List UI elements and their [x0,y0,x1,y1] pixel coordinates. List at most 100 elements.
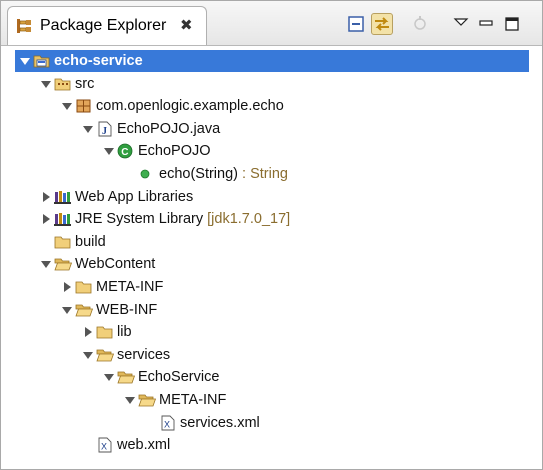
tree-item-decoration: : String [237,166,288,182]
svg-text:X: X [101,442,107,452]
svg-text:J: J [102,126,107,137]
tree-item[interactable]: echo(String) : String [1,163,542,185]
view-menu-icon[interactable] [450,13,472,35]
folder-open-icon [138,392,157,408]
class-icon: C [117,143,135,159]
package-explorer-tab[interactable]: Package Explorer ✖ [7,6,207,45]
folder-icon [54,234,72,250]
expand-arrow-icon[interactable] [19,50,31,72]
folder-open-icon [54,256,73,272]
collapse-all-icon[interactable] [345,13,367,35]
tree-item[interactable]: WebContent [1,253,542,275]
tree-item-label: Web App Libraries [75,186,193,208]
library-icon [54,211,72,227]
collapse-arrow-icon[interactable] [40,186,52,208]
tree-item[interactable]: Web App Libraries [1,186,542,208]
tree-item-name: src [75,76,95,92]
tree-item-name: web.xml [117,437,171,453]
tree-item[interactable]: Xweb.xml [1,434,542,456]
tree-item[interactable]: services [1,344,542,366]
tree-item-name: WEB-INF [96,302,158,318]
package-explorer-window: Package Explorer ✖ echo-service src com.… [0,0,543,470]
tree-item-label: services [117,344,170,366]
close-icon[interactable]: ✖ [180,16,193,34]
expand-arrow-icon[interactable] [124,389,136,411]
expand-arrow-icon[interactable] [82,344,94,366]
tree-item[interactable]: J EchoPOJO.java [1,118,542,140]
svg-text:X: X [164,420,170,430]
tree-item-name: EchoService [138,369,220,385]
expand-arrow-icon[interactable] [103,140,115,162]
expand-arrow-icon[interactable] [103,366,115,388]
tree-item-label: services.xml [180,412,260,434]
expand-arrow-icon[interactable] [61,95,73,117]
tree-item-name: echo-service [54,53,143,69]
tree-item-label: echo-service [54,50,143,72]
tree-item[interactable]: src [1,73,542,95]
folder-open-icon [75,302,94,318]
method-icon [138,166,156,182]
tree-item-label: lib [117,321,132,343]
tree-item-label: WEB-INF [96,299,157,321]
tree-item-label: JRE System Library [jdk1.7.0_17] [75,208,290,230]
tree-item-name: echo(String) [159,166,238,182]
xml-file-icon: X [159,415,177,431]
tree-item-name: com.openlogic.example.echo [96,98,284,114]
tree-item-name: services.xml [180,415,260,431]
expand-arrow-icon[interactable] [61,299,73,321]
package-explorer-icon [16,18,32,34]
collapse-arrow-icon[interactable] [40,208,52,230]
tree-item[interactable]: Xservices.xml [1,412,542,434]
tab-title: Package Explorer [40,17,167,34]
tree-item-label: com.openlogic.example.echo [96,95,284,117]
tree-item-label: WebContent [75,253,155,275]
package-icon [75,98,93,114]
tree-item[interactable]: JRE System Library [jdk1.7.0_17] [1,208,542,230]
minimize-icon[interactable] [475,13,497,35]
tree-item-label: build [75,231,106,253]
tree-item-label: EchoPOJO [138,140,211,162]
collapse-arrow-icon[interactable] [82,321,94,343]
tree-item[interactable]: lib [1,321,542,343]
expand-arrow-icon[interactable] [40,73,52,95]
tree-item-label: EchoService [138,366,219,388]
tree-item[interactable]: com.openlogic.example.echo [1,95,542,117]
java-file-icon: J [96,121,114,137]
tree-item-name: EchoPOJO [138,143,211,159]
tree-item[interactable]: META-INF [1,276,542,298]
tree-item-name: services [117,347,171,363]
tree-item-label: echo(String) : String [159,163,288,185]
tree-item[interactable]: META-INF [1,389,542,411]
tree-item-name: lib [117,324,132,340]
tree-item-name: EchoPOJO.java [117,121,221,137]
collapse-arrow-icon[interactable] [61,276,73,298]
folder-open-icon [96,347,115,363]
expand-arrow-icon[interactable] [40,253,52,275]
xml-file-icon: X [96,437,114,453]
tree-item-name: build [75,234,106,250]
tree-item-name: WebContent [75,256,156,272]
tree-item-label: META-INF [159,389,226,411]
tree-item[interactable]: EchoService [1,366,542,388]
folder-open-icon [117,369,136,385]
tree-item-label: EchoPOJO.java [117,118,220,140]
svg-text:C: C [121,147,128,158]
tree-item[interactable]: WEB-INF [1,299,542,321]
folder-icon [96,324,114,340]
tree-item[interactable]: echo-service [15,50,529,72]
tree-item-label: src [75,73,94,95]
link-with-editor-icon[interactable] [371,13,393,35]
library-icon [54,189,72,205]
tree-item-name: JRE System Library [75,211,204,227]
tree-item[interactable]: C EchoPOJO [1,140,542,162]
tree-item-decoration: [jdk1.7.0_17] [203,211,291,227]
expand-arrow-icon[interactable] [82,118,94,140]
tree-item-name: META-INF [96,279,164,295]
project-icon [33,53,51,69]
tree-item-name: META-INF [159,392,227,408]
folder-icon [75,279,93,295]
maximize-icon[interactable] [501,13,523,35]
tree-item[interactable]: build [1,231,542,253]
tree-item-name: Web App Libraries [75,189,194,205]
view-action-disabled-icon [409,13,431,35]
